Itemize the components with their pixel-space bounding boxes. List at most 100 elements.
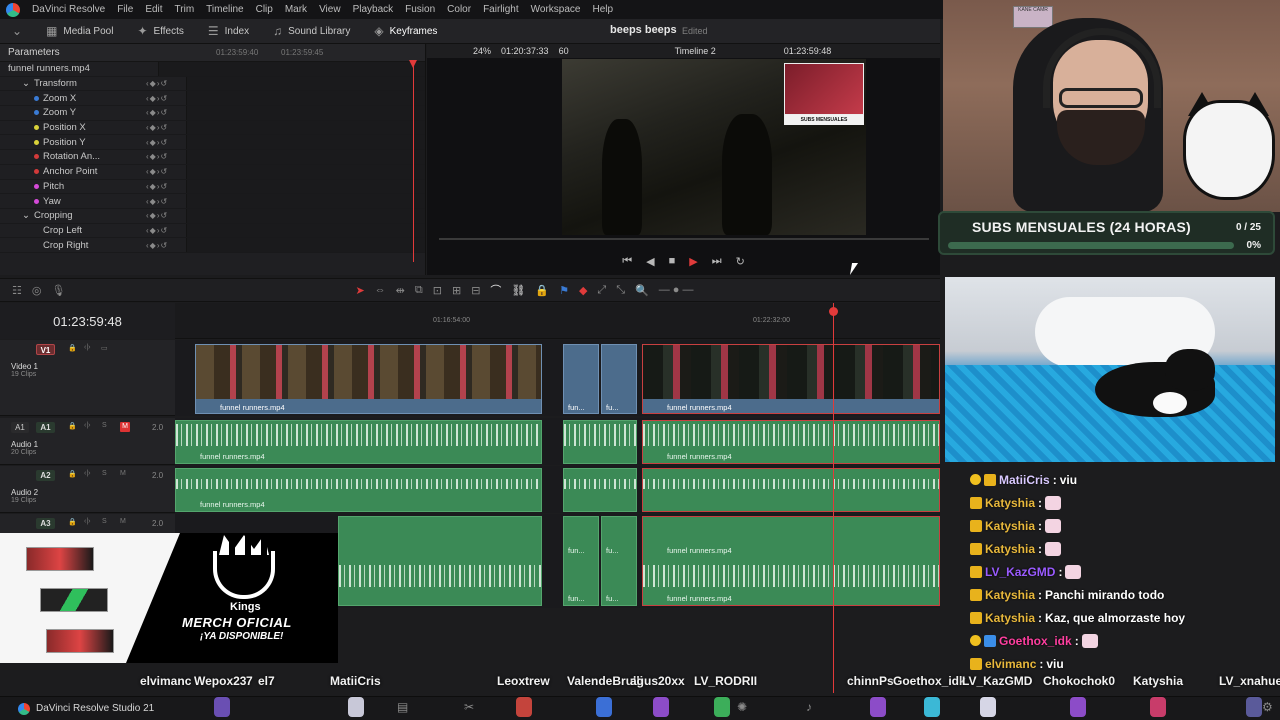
track-header-v1[interactable]: V1 🔒 ‹|› ▭ Video 1 19 Clips xyxy=(0,340,175,416)
viewer-scrubber[interactable] xyxy=(439,238,929,240)
keyframe-nav-controls[interactable]: ‹◆›↺ xyxy=(146,123,186,132)
index-button[interactable]: ☰ Index xyxy=(196,19,261,44)
chevron-down-icon[interactable]: ⌄ xyxy=(22,210,30,221)
audio-meter-icon[interactable]: 🎙 xyxy=(51,284,65,297)
parameter-row[interactable]: Rotation An... ‹◆›↺ xyxy=(0,150,425,165)
keyframe-nav-controls[interactable]: ‹◆›↺ xyxy=(146,167,186,176)
menu-file[interactable]: File xyxy=(111,4,139,15)
play-icon[interactable]: ▶ xyxy=(689,255,697,268)
keyframe-track[interactable] xyxy=(186,164,425,179)
menu-fairlight[interactable]: Fairlight xyxy=(477,4,525,15)
keyframe-track[interactable] xyxy=(186,238,425,252)
keyframe-track[interactable] xyxy=(186,135,425,150)
parameter-group-row[interactable]: ⌄ Cropping ‹◆›↺ xyxy=(0,208,425,224)
clip-row[interactable]: funnel runners.mp4 xyxy=(0,62,425,77)
menu-playback[interactable]: Playback xyxy=(347,4,400,15)
solo-button[interactable]: S xyxy=(102,422,107,429)
viewer-zoom[interactable]: 24% xyxy=(473,46,491,56)
timeline-name[interactable]: Timeline 2 xyxy=(675,46,716,56)
jump-to-start-icon[interactable]: ⏮ xyxy=(622,255,632,268)
audio-clip[interactable] xyxy=(338,516,542,606)
track-header-a1[interactable]: A1 A1 🔒 ‹|› S M 2.0 Audio 1 20 Clips xyxy=(0,418,175,465)
keyframes-button[interactable]: ◈ Keyframes xyxy=(362,19,449,44)
lock-icon[interactable]: 🔒 xyxy=(68,518,77,526)
timeline-ruler[interactable]: 01:16:54:00 01:22:32:00 xyxy=(175,303,940,339)
fairlight-page-icon[interactable]: ♪ xyxy=(806,700,812,714)
keyframe-track[interactable] xyxy=(186,106,425,120)
mute-button[interactable]: M xyxy=(120,518,126,525)
track-visibility-icon[interactable]: ▭ xyxy=(101,344,108,352)
zoom-full-icon[interactable]: ⤢ xyxy=(597,284,606,297)
overwrite-clip-icon[interactable]: ⊞ xyxy=(452,284,461,297)
menu-app[interactable]: DaVinci Resolve xyxy=(26,4,111,15)
view-options-icon[interactable]: ◎ xyxy=(32,284,42,297)
parameter-row[interactable]: Zoom Y ‹◆›↺ xyxy=(0,106,425,121)
video-clip[interactable]: fu... xyxy=(601,344,637,414)
parameter-row[interactable]: Pitch ‹◆›↺ xyxy=(0,179,425,195)
lock-icon[interactable]: 🔒 xyxy=(535,284,549,297)
menu-fusion[interactable]: Fusion xyxy=(399,4,441,15)
keyframe-nav-controls[interactable]: ‹◆›↺ xyxy=(146,241,186,250)
audio-clip[interactable]: funnel runners.mp4 xyxy=(175,468,542,512)
track-id-badge[interactable]: A3 xyxy=(36,518,55,529)
audio-clip[interactable] xyxy=(563,420,637,464)
mute-button[interactable]: M xyxy=(120,422,130,432)
track-header-a2[interactable]: A2 🔒 ‹|› S M 2.0 Audio 2 19 Clips xyxy=(0,466,175,513)
auto-select-icon[interactable]: ‹|› xyxy=(84,470,90,477)
parameter-row[interactable]: Crop Left ‹◆›↺ xyxy=(0,223,425,239)
menu-trim[interactable]: Trim xyxy=(169,4,201,15)
track-id-badge[interactable]: V1 xyxy=(36,344,55,355)
audio-clip[interactable]: funnel runners.mp4 xyxy=(175,420,542,464)
audio-clip-selected[interactable]: funnel runners.mp4 xyxy=(642,420,940,464)
parameter-row[interactable]: Position Y ‹◆›↺ xyxy=(0,135,425,151)
parameter-row[interactable]: Crop Right ‹◆›↺ xyxy=(0,238,425,253)
marker-icon[interactable]: ◆ xyxy=(579,284,587,297)
keyframe-track[interactable] xyxy=(186,150,425,164)
layout-icon[interactable]: ☷ xyxy=(12,284,22,297)
audio-clip[interactable]: fun... fun... xyxy=(563,516,599,606)
track-id-badge[interactable]: A2 xyxy=(36,470,55,481)
video-clip-selected[interactable]: funnel runners.mp4 xyxy=(642,344,940,414)
keyframe-track[interactable] xyxy=(186,91,425,106)
menu-workspace[interactable]: Workspace xyxy=(525,4,587,15)
snapping-icon[interactable]: ⌒ xyxy=(490,282,501,298)
playhead[interactable] xyxy=(833,303,834,693)
keyframe-track[interactable] xyxy=(158,62,425,76)
keyframe-nav-controls[interactable]: ‹◆›↺ xyxy=(146,138,186,147)
keyframe-nav-controls[interactable]: ‹◆›↺ xyxy=(146,226,186,235)
keyframe-nav-controls[interactable]: ‹◆›↺ xyxy=(146,182,186,191)
keyframe-nav-controls[interactable]: ‹◆›↺ xyxy=(146,152,186,161)
keyframe-playhead[interactable] xyxy=(413,62,414,262)
toolbar-dropdown-button[interactable]: ⌄ xyxy=(0,19,34,44)
chevron-down-icon[interactable]: ⌄ xyxy=(22,78,30,89)
stop-icon[interactable]: ■ xyxy=(669,255,676,267)
track-dest-badge[interactable]: A1 xyxy=(11,422,29,433)
cut-page-icon[interactable]: ✂ xyxy=(464,700,474,714)
audio-clip-selected[interactable]: funnel runners.mp4 funnel runners.mp4 xyxy=(642,516,940,606)
replace-clip-icon[interactable]: ⊟ xyxy=(471,284,480,297)
auto-select-icon[interactable]: ‹|› xyxy=(84,422,90,429)
keyframe-nav-controls[interactable]: ‹◆›↺ xyxy=(146,79,186,88)
media-page-icon[interactable]: ▤ xyxy=(397,700,408,714)
video-clip[interactable]: funnel runners.mp4 xyxy=(195,344,542,414)
sound-library-button[interactable]: ♫ Sound Library xyxy=(261,19,362,44)
selection-tool-icon[interactable]: ➤ xyxy=(355,284,364,297)
menu-color[interactable]: Color xyxy=(441,4,477,15)
keyframe-nav-controls[interactable]: ‹◆›↺ xyxy=(146,211,186,220)
lock-icon[interactable]: 🔒 xyxy=(68,470,77,478)
color-page-icon[interactable]: ✺ xyxy=(737,700,747,714)
audio-clip[interactable] xyxy=(563,468,637,512)
menu-view[interactable]: View xyxy=(313,4,347,15)
flag-icon[interactable]: ⚑ xyxy=(559,284,569,297)
play-reverse-icon[interactable]: ◀ xyxy=(646,255,654,268)
mute-button[interactable]: M xyxy=(120,470,126,477)
keyframe-track[interactable] xyxy=(186,208,425,223)
viewer-frame[interactable]: SUBS MENSUALES xyxy=(562,59,866,235)
track-id-badge[interactable]: A1 xyxy=(36,422,55,433)
media-pool-button[interactable]: ▦ Media Pool xyxy=(34,19,125,44)
keyframe-track[interactable] xyxy=(186,120,425,135)
jump-to-end-icon[interactable]: ⏭ xyxy=(712,255,722,268)
video-clip[interactable]: fun... xyxy=(563,344,599,414)
parameter-row[interactable]: Anchor Point ‹◆›↺ xyxy=(0,164,425,180)
menu-timeline[interactable]: Timeline xyxy=(200,4,249,15)
